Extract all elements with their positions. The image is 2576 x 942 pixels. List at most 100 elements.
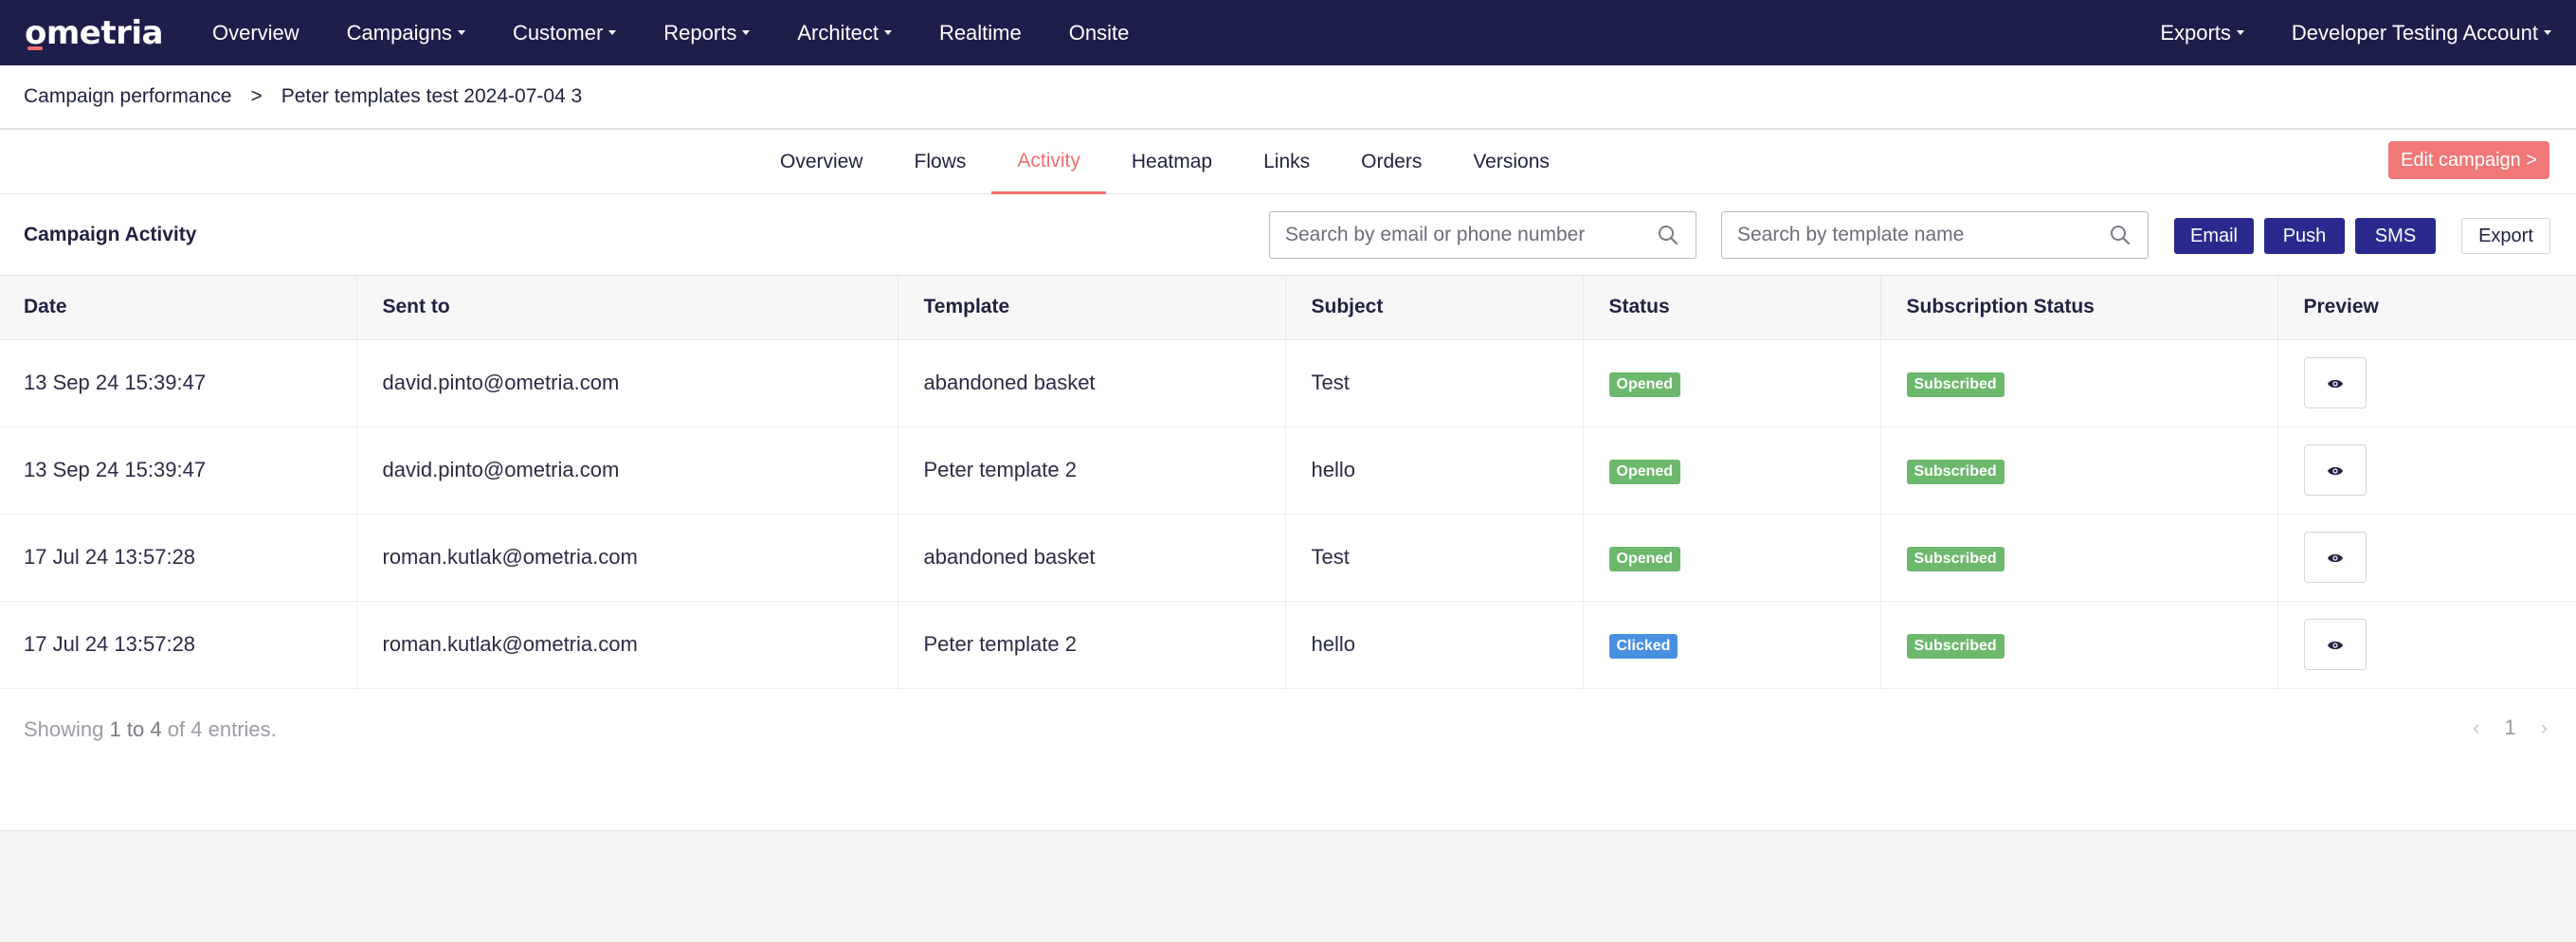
nav-label: Realtime (938, 20, 1022, 45)
status-badge: Opened (1608, 371, 1681, 397)
cell-date: 13 Sep 24 15:39:47 (0, 426, 357, 515)
cell-sent-to: david.pinto@ometria.com (356, 426, 898, 515)
table-row: 13 Sep 24 15:39:47 david.pinto@ometria.co… (0, 339, 2576, 427)
page-number[interactable]: 1 (2504, 716, 2515, 740)
nav-exports[interactable]: Exports (2160, 21, 2244, 45)
caret-down-icon (883, 30, 892, 35)
eye-icon (2327, 458, 2344, 482)
ometria-logo[interactable]: ometria (25, 14, 163, 52)
nav-label: Onsite (1068, 20, 1130, 45)
preview-button[interactable] (2303, 619, 2367, 670)
cell-date: 13 Sep 24 15:39:47 (0, 339, 357, 427)
caret-down-icon (2544, 30, 2551, 35)
table-header-row: Date Sent to Template Subject Status Sub… (0, 276, 2576, 340)
search-icon[interactable] (1658, 225, 1678, 245)
breadcrumb-current: Peter templates test 2024-07-04 3 (281, 85, 583, 107)
total-entries: 4 (190, 716, 203, 741)
range-to: to (126, 716, 145, 741)
nav-campaigns[interactable]: Campaigns (347, 21, 465, 45)
breadcrumb-parent[interactable]: Campaign performance (24, 85, 231, 108)
account-label: Developer Testing Account (2291, 20, 2538, 45)
breadcrumb: Campaign performance > Peter templates t… (0, 65, 2576, 130)
account-menu[interactable]: Developer Testing Account (2292, 21, 2551, 45)
tab-activity[interactable]: Activity (991, 130, 1106, 194)
column-header-date[interactable]: Date (0, 276, 357, 340)
caret-down-icon (608, 30, 617, 35)
column-header-subject[interactable]: Subject (1285, 276, 1584, 340)
entries-summary: Showing 1 to 4 of 4 entries. (24, 717, 277, 742)
chevron-left-icon[interactable]: ‹ (2473, 716, 2479, 740)
column-header-subscription-status[interactable]: Subscription Status (1880, 276, 2278, 340)
nav-label: Overview (211, 20, 299, 45)
cell-subscription: Subscribed (1880, 514, 2278, 602)
pagination: ‹ 1 › (2473, 716, 2548, 740)
logo-text: ometria (25, 13, 163, 52)
status-badge: Clicked (1608, 633, 1678, 659)
table-row: 13 Sep 24 15:39:47 david.pinto@ometria.co… (0, 426, 2576, 515)
cell-subscription: Subscribed (1880, 339, 2278, 427)
tab-heatmap[interactable]: Heatmap (1106, 130, 1238, 194)
cell-sent-to: roman.kutlak@ometria.com (356, 601, 898, 689)
tab-flows[interactable]: Flows (889, 130, 992, 194)
nav-label: Reports (663, 20, 737, 45)
preview-button[interactable] (2303, 532, 2367, 583)
tab-overview[interactable]: Overview (754, 130, 889, 194)
tab-versions[interactable]: Versions (1447, 130, 1575, 194)
chevron-right-icon[interactable]: › (2541, 716, 2548, 740)
email-search-box (1269, 211, 1696, 259)
logo-accent (27, 45, 43, 50)
cell-template: Peter template 2 (898, 426, 1286, 515)
table-body: 13 Sep 24 15:39:47 david.pinto@ometria.co… (0, 339, 2576, 689)
activity-toolbar: Campaign Activity Email Push SMS Export (0, 194, 2576, 276)
template-search-box (1721, 211, 2149, 259)
nav-label: Customer (512, 20, 604, 45)
nav-overview[interactable]: Overview (212, 21, 299, 45)
table-row: 17 Jul 24 13:57:28 roman.kutlak@ometria.c… (0, 601, 2576, 689)
nav-realtime[interactable]: Realtime (939, 21, 1022, 45)
cell-preview (2277, 601, 2576, 689)
cell-sent-to: roman.kutlak@ometria.com (356, 514, 898, 602)
cell-status: Clicked (1583, 601, 1881, 689)
preview-button[interactable] (2303, 444, 2367, 496)
breadcrumb-separator: > (250, 85, 263, 107)
column-header-status[interactable]: Status (1583, 276, 1881, 340)
preview-button[interactable] (2303, 357, 2367, 408)
activity-table: Date Sent to Template Subject Status Sub… (0, 276, 2576, 689)
email-filter-button[interactable]: Email (2174, 218, 2254, 254)
table-row: 17 Jul 24 13:57:28 roman.kutlak@ometria.c… (0, 514, 2576, 602)
page-background (0, 830, 2576, 938)
nav-label: Architect (797, 20, 879, 45)
cell-sent-to: david.pinto@ometria.com (356, 339, 898, 427)
cell-template: Peter template 2 (898, 601, 1286, 689)
of-label: of (167, 716, 186, 741)
nav-label: Exports (2160, 20, 2231, 45)
nav-customer[interactable]: Customer (512, 20, 617, 45)
email-search-input[interactable] (1270, 224, 1658, 246)
tab-links[interactable]: Links (1238, 130, 1335, 194)
nav-onsite[interactable]: Onsite (1069, 21, 1130, 45)
tab-list: Overview Flows Activity Heatmap Links Or… (754, 130, 1575, 194)
cell-subject: Test (1285, 339, 1584, 427)
status-badge: Opened (1608, 546, 1681, 571)
export-button[interactable]: Export (2461, 218, 2550, 254)
template-search-input[interactable] (1722, 224, 2110, 246)
column-header-sent-to[interactable]: Sent to (356, 276, 898, 340)
cell-subscription: Subscribed (1880, 426, 2278, 515)
eye-icon (2327, 632, 2344, 657)
cell-subscription: Subscribed (1880, 601, 2278, 689)
top-nav: ometria Overview Campaigns Customer Repo… (0, 0, 2576, 65)
eye-icon (2327, 371, 2344, 395)
edit-campaign-button[interactable]: Edit campaign > (2388, 141, 2549, 179)
tab-orders[interactable]: Orders (1335, 130, 1447, 194)
push-filter-button[interactable]: Push (2264, 218, 2345, 254)
sms-filter-button[interactable]: SMS (2355, 218, 2436, 254)
column-header-template[interactable]: Template (898, 276, 1286, 340)
nav-architect[interactable]: Architect (797, 21, 892, 45)
range-end: 4 (150, 716, 162, 741)
cell-preview (2277, 339, 2576, 427)
search-icon[interactable] (2110, 225, 2131, 245)
cell-template: abandoned basket (898, 514, 1286, 602)
cell-template: abandoned basket (898, 339, 1286, 427)
nav-reports[interactable]: Reports (663, 20, 751, 45)
cell-subject: hello (1285, 601, 1584, 689)
